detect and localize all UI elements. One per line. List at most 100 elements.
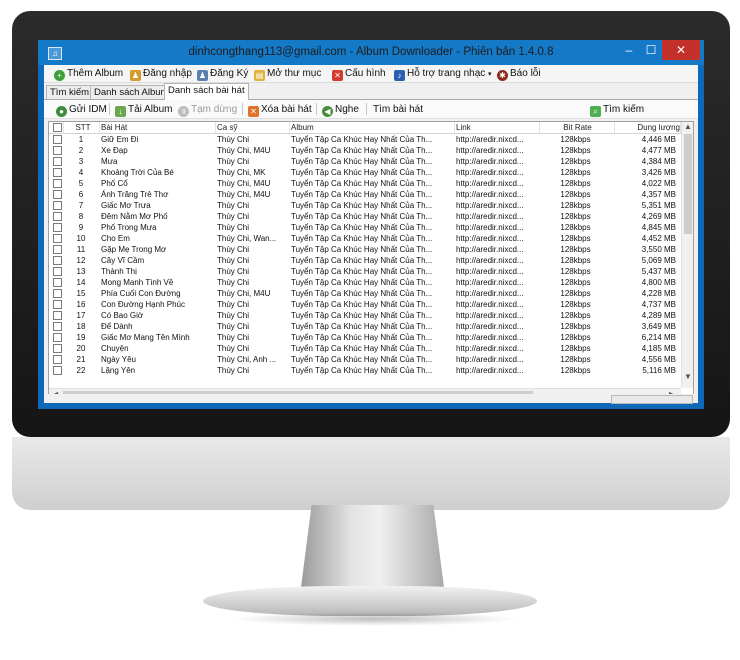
row-checkbox[interactable]	[53, 146, 62, 155]
table-row[interactable]: 14 Mong Manh Tình Về Thùy Chi Tuyển Tập Ca …	[49, 277, 681, 288]
vertical-scrollbar[interactable]: ▲ ▼	[681, 122, 693, 388]
table-row[interactable]: 21 Ngày Yêu Thùy Chi, Anh ... Tuyển Tập Ca …	[49, 354, 681, 365]
table-row[interactable]: 15 Phía Cuối Con Đường Thùy Chi, M4U Tuyển …	[49, 288, 681, 299]
menu-item-ho-tro-trang-nhac[interactable]: ♪ Hỗ trợ trang nhạc ▾	[394, 67, 492, 81]
row-checkbox[interactable]	[53, 300, 62, 309]
cell-dung-luong: 4,269 MB	[641, 212, 676, 221]
cell-link: http://aredir.nixcd...	[456, 278, 524, 287]
cell-bit-rate: 128kbps	[560, 344, 591, 353]
table-row[interactable]: 18 Để Dành Thùy Chi Tuyển Tập Ca Khúc Hay N…	[49, 321, 681, 332]
row-checkbox[interactable]	[53, 366, 62, 375]
maximize-button[interactable]: ☐	[640, 40, 662, 60]
minimize-button[interactable]: –	[618, 40, 640, 60]
cell-bit-rate: 128kbps	[560, 322, 591, 331]
menu-item-mo-thu-muc[interactable]: ▤ Mở thư mục	[254, 67, 321, 81]
row-checkbox[interactable]	[53, 245, 62, 254]
download-album-button[interactable]: ↓ Tải Album	[115, 103, 172, 117]
cell-stt: 2	[78, 146, 84, 155]
row-checkbox[interactable]	[53, 135, 62, 144]
cell-bit-rate: 128kbps	[560, 157, 591, 166]
send-idm-button[interactable]: ● Gửi IDM	[56, 103, 107, 117]
menu-item-cau-hinh[interactable]: ✕ Cấu hình	[332, 67, 386, 81]
listen-button[interactable]: ◀ Nghe	[322, 103, 359, 117]
header-select-all[interactable]	[49, 122, 64, 133]
row-checkbox[interactable]	[53, 344, 62, 353]
tab-danh-sach-bai-hat[interactable]: Danh sách bài hát	[164, 83, 249, 100]
table-row[interactable]: 13 Thành Thị Thùy Chi Tuyển Tập Ca Khúc Hay…	[49, 266, 681, 277]
row-checkbox[interactable]	[53, 289, 62, 298]
table-row[interactable]: 9 Phố Trong Mưa Thùy Chi Tuyển Tập Ca Khúc …	[49, 222, 681, 233]
column-header-link[interactable]: Link	[454, 122, 540, 133]
table-row[interactable]: 12 Cây Vĩ Cầm Thùy Chi Tuyển Tập Ca Khúc Ha…	[49, 255, 681, 266]
cell-bit-rate: 128kbps	[560, 135, 591, 144]
cell-dung-luong: 6,214 MB	[641, 333, 676, 342]
column-header-ca-sy[interactable]: Ca sỹ	[215, 122, 290, 133]
menu-item-them-album[interactable]: + Thêm Album	[54, 67, 123, 81]
search-icon: ⌕	[590, 106, 601, 117]
vertical-scroll-thumb[interactable]	[684, 134, 692, 234]
cell-bai-hat: Ngày Yêu	[101, 355, 136, 364]
table-row[interactable]: 20 Chuyện Thùy Chi Tuyển Tập Ca Khúc Hay Nh…	[49, 343, 681, 354]
row-checkbox[interactable]	[53, 223, 62, 232]
row-checkbox[interactable]	[53, 333, 62, 342]
table-row[interactable]: 1 Giữ Em Đi Thùy Chi Tuyển Tập Ca Khúc Hay …	[49, 134, 681, 145]
delete-song-button[interactable]: ✕ Xóa bài hát	[248, 103, 312, 117]
cell-ca-sy: Thùy Chi	[217, 278, 250, 287]
row-checkbox[interactable]	[53, 355, 62, 364]
cell-stt: 20	[76, 344, 86, 353]
search-button[interactable]: ⌕ Tìm kiếm	[590, 103, 644, 117]
table-row[interactable]: 8 Đêm Nằm Mơ Phố Thùy Chi Tuyển Tập Ca Khúc…	[49, 211, 681, 222]
row-checkbox[interactable]	[53, 179, 62, 188]
cell-ca-sy: Thùy Chi	[217, 267, 250, 276]
row-checkbox[interactable]	[53, 278, 62, 287]
column-header-bai-hat[interactable]: Bài Hát	[99, 122, 216, 133]
cell-bai-hat: Phố Cổ	[101, 179, 128, 188]
table-row[interactable]: 5 Phố Cổ Thùy Chi, M4U Tuyển Tập Ca Khúc Ha…	[49, 178, 681, 189]
menu-item-dang-ky[interactable]: ♟ Đăng Ký	[197, 67, 248, 81]
table-row[interactable]: 22 Lặng Yên Thùy Chi Tuyển Tập Ca Khúc Hay …	[49, 365, 681, 376]
tab-danh-sach-album[interactable]: Danh sách Album	[90, 85, 173, 99]
table-row[interactable]: 3 Mưa Thùy Chi Tuyển Tập Ca Khúc Hay Nhất C…	[49, 156, 681, 167]
row-checkbox[interactable]	[53, 157, 62, 166]
cell-ca-sy: Thùy Chi, M4U	[217, 146, 271, 155]
table-row[interactable]: 16 Con Đường Hạnh Phúc Thùy Chi Tuyển Tập C…	[49, 299, 681, 310]
table-row[interactable]: 17 Có Bao Giờ Thùy Chi Tuyển Tập Ca Khúc Ha…	[49, 310, 681, 321]
row-checkbox[interactable]	[53, 322, 62, 331]
column-header-stt[interactable]: STT	[65, 122, 100, 133]
table-row[interactable]: 2 Xe Đạp Thùy Chi, M4U Tuyển Tập Ca Khúc Ha…	[49, 145, 681, 156]
table-row[interactable]: 10 Cho Em Thùy Chi, Wan... Tuyển Tập Ca Khú…	[49, 233, 681, 244]
toolbar-separator	[242, 103, 243, 115]
menu-item-dang-nhap[interactable]: ♟ Đăng nhập	[130, 67, 192, 81]
column-header-dung-luong[interactable]: Dung lượng	[614, 122, 681, 133]
pause-button[interactable]: ॥ Tạm dừng	[178, 103, 237, 117]
cell-stt: 11	[76, 245, 86, 254]
row-checkbox[interactable]	[53, 267, 62, 276]
table-row[interactable]: 6 Ánh Trăng Trẻ Thơ Thùy Chi, M4U Tuyển Tập…	[49, 189, 681, 200]
select-all-checkbox[interactable]	[53, 123, 62, 132]
cell-link: http://aredir.nixcd...	[456, 355, 524, 364]
column-header-album[interactable]: Album	[289, 122, 455, 133]
table-body: 1 Giữ Em Đi Thùy Chi Tuyển Tập Ca Khúc Hay …	[49, 134, 681, 388]
table-row[interactable]: 7 Giấc Mơ Trưa Thùy Chi Tuyển Tập Ca Khúc H…	[49, 200, 681, 211]
row-checkbox[interactable]	[53, 201, 62, 210]
cell-bit-rate: 128kbps	[560, 355, 591, 364]
row-checkbox[interactable]	[53, 212, 62, 221]
table-row[interactable]: 11 Gặp Mẹ Trong Mơ Thùy Chi Tuyển Tập Ca Kh…	[49, 244, 681, 255]
table-row[interactable]: 4 Khoảng Trời Của Bé Thùy Chi, MK Tuyển Tập…	[49, 167, 681, 178]
table-row[interactable]: 19 Giấc Mơ Mang Tên Mình Thùy Chi Tuyển Tập…	[49, 332, 681, 343]
client-area: + Thêm Album ♟ Đăng nhập ♟ Đăng Ký ▤ Mở thư …	[44, 65, 698, 404]
row-checkbox[interactable]	[53, 311, 62, 320]
row-checkbox[interactable]	[53, 190, 62, 199]
scroll-up-icon[interactable]: ▲	[684, 122, 692, 132]
close-button[interactable]: ✕	[662, 40, 700, 60]
menu-item-bao-loi[interactable]: ✱ Báo lỗi	[497, 67, 541, 81]
column-header-bit-rate[interactable]: Bit Rate	[539, 122, 615, 133]
find-song-button[interactable]: Tìm bài hát	[373, 103, 423, 116]
cell-ca-sy: Thùy Chi, M4U	[217, 179, 271, 188]
scroll-down-icon[interactable]: ▼	[684, 372, 692, 382]
tab-tim-kiem[interactable]: Tìm kiếm	[46, 85, 94, 99]
row-checkbox[interactable]	[53, 234, 62, 243]
cell-bit-rate: 128kbps	[560, 366, 591, 375]
row-checkbox[interactable]	[53, 168, 62, 177]
row-checkbox[interactable]	[53, 256, 62, 265]
